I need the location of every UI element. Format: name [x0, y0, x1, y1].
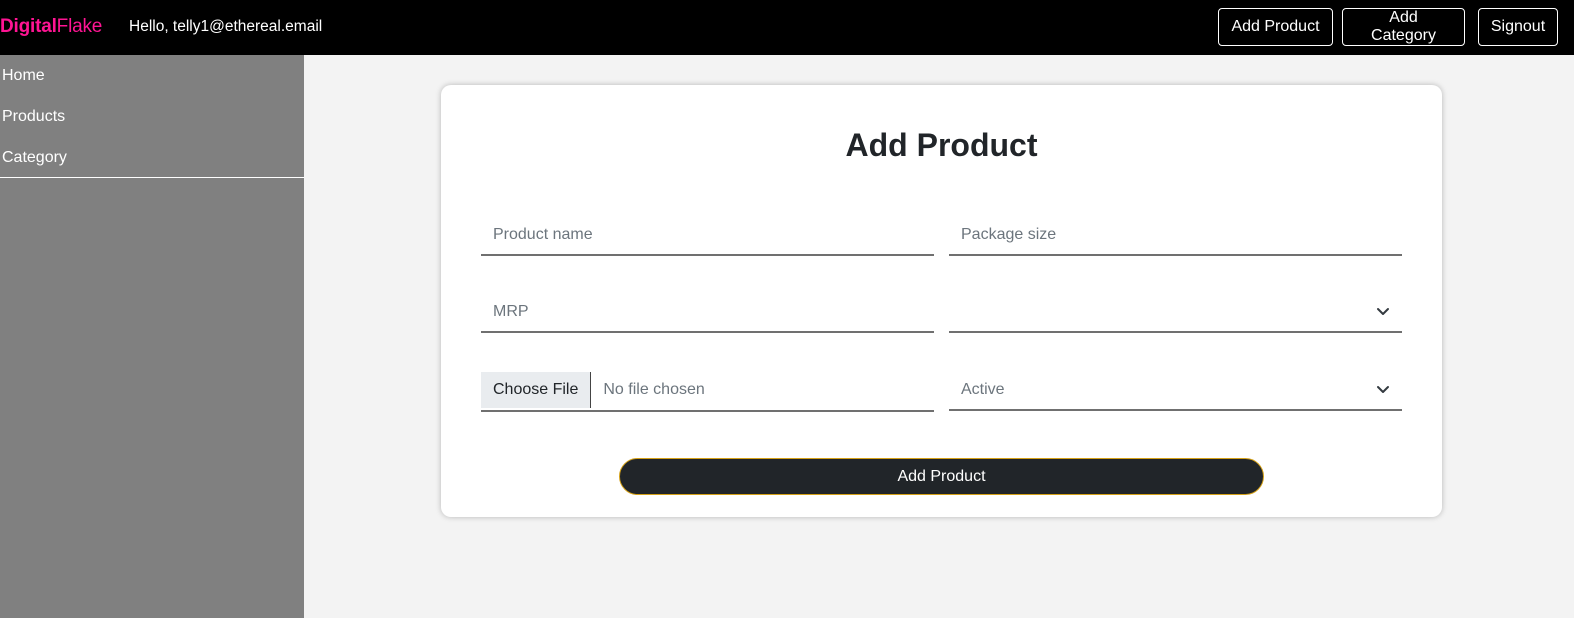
- sidebar-item-products[interactable]: Products: [0, 96, 304, 137]
- add-product-form-card: Add Product Choose File No file chosen A…: [441, 85, 1442, 517]
- brand-logo-bold: Digital: [0, 16, 57, 37]
- mrp-input[interactable]: [481, 293, 934, 331]
- status-select[interactable]: Active: [949, 371, 1402, 411]
- category-select[interactable]: [949, 293, 1402, 333]
- sidebar-divider: [0, 177, 304, 178]
- chevron-down-icon: [1377, 308, 1389, 315]
- sidebar: Home Products Category: [0, 55, 304, 618]
- nav-add-product-button[interactable]: Add Product: [1218, 8, 1333, 46]
- top-navbar: DigitalFlake Hello, telly1@ethereal.emai…: [0, 0, 1574, 55]
- add-product-submit-button[interactable]: Add Product: [619, 458, 1264, 495]
- sidebar-item-category[interactable]: Category: [0, 137, 304, 178]
- signout-button[interactable]: Signout: [1478, 8, 1558, 46]
- status-select-value: Active: [961, 381, 1005, 398]
- product-name-field: [481, 216, 934, 256]
- form-title: Add Product: [845, 127, 1038, 163]
- sidebar-item-home[interactable]: Home: [0, 55, 304, 96]
- choose-file-button[interactable]: Choose File: [481, 372, 592, 408]
- brand-logo-rest: Flake: [56, 16, 103, 37]
- image-file-field: Choose File No file chosen: [481, 372, 934, 412]
- nav-add-category-button[interactable]: Add Category: [1342, 8, 1465, 46]
- chevron-down-icon: [1377, 386, 1389, 393]
- package-size-field: [949, 216, 1402, 256]
- mrp-field: [481, 293, 934, 333]
- product-name-input[interactable]: [481, 216, 934, 254]
- package-size-input[interactable]: [949, 216, 1402, 254]
- file-status-text: No file chosen: [603, 381, 705, 398]
- user-greeting: Hello, telly1@ethereal.email: [129, 18, 323, 35]
- brand-logo[interactable]: DigitalFlake: [0, 14, 102, 40]
